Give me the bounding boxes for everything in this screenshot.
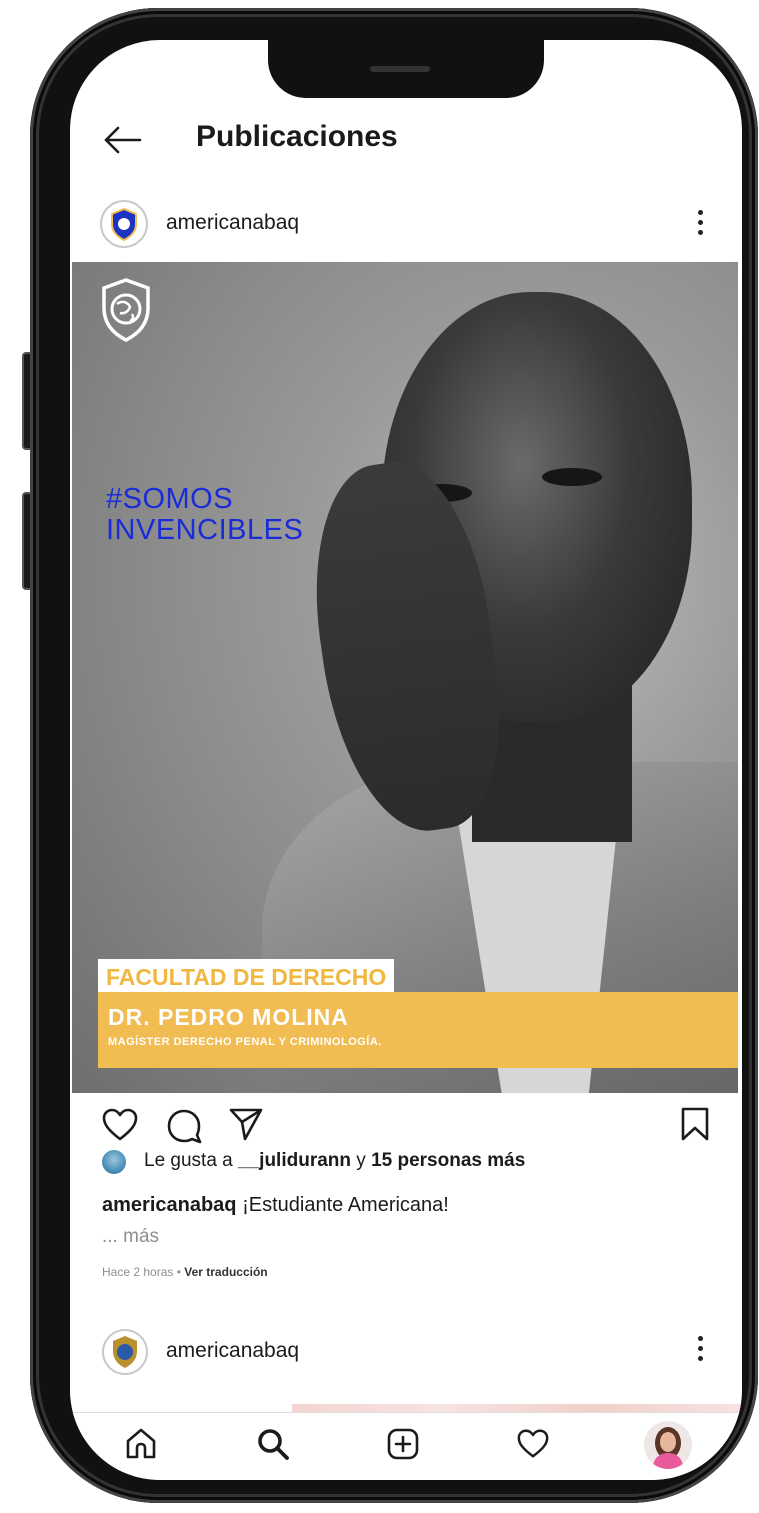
photo-eye-right bbox=[542, 468, 602, 486]
next-post-avatar[interactable] bbox=[102, 1329, 148, 1375]
hashtag-text: #SOMOS INVENCIBLES bbox=[106, 484, 303, 546]
speaker bbox=[370, 66, 430, 72]
profile-avatar[interactable] bbox=[644, 1421, 692, 1469]
hashtag-line1: #SOMOS bbox=[106, 483, 234, 515]
next-post-username[interactable]: americanabaq bbox=[166, 1339, 299, 1363]
app-screen: Publicaciones americanabaq #SOMOS INVENC… bbox=[70, 40, 742, 1480]
shield-logo-icon bbox=[113, 1336, 137, 1368]
university-shield-icon bbox=[102, 278, 150, 342]
shield-logo-icon bbox=[111, 207, 137, 242]
post-image[interactable]: #SOMOS INVENCIBLES FACULTAD DE DERECHO D… bbox=[72, 262, 738, 1093]
more-options-icon[interactable] bbox=[696, 210, 704, 240]
likes-middle: y bbox=[351, 1150, 372, 1171]
caption-user[interactable]: americanabaq bbox=[102, 1194, 237, 1216]
likes-user[interactable]: __julidurann bbox=[238, 1150, 351, 1171]
hashtag-line2: INVENCIBLES bbox=[106, 514, 304, 546]
liker-avatar bbox=[102, 1150, 126, 1174]
meta-separator: • bbox=[173, 1265, 185, 1279]
comment-icon[interactable] bbox=[166, 1108, 202, 1144]
post-username[interactable]: americanabaq bbox=[166, 211, 299, 235]
bookmark-icon[interactable] bbox=[680, 1106, 710, 1142]
profile-photo-icon bbox=[652, 1427, 684, 1469]
post-meta: Hace 2 horas • Ver traducción bbox=[102, 1265, 268, 1279]
translate-link[interactable]: Ver traducción bbox=[184, 1265, 267, 1279]
heart-icon[interactable] bbox=[102, 1108, 138, 1142]
likes-others[interactable]: 15 personas más bbox=[371, 1150, 525, 1171]
next-post-image-edge bbox=[292, 1404, 742, 1412]
post-avatar[interactable] bbox=[100, 200, 148, 248]
search-icon[interactable] bbox=[256, 1427, 290, 1461]
person-name: DR. PEDRO MOLINA bbox=[108, 1004, 349, 1030]
next-more-options-icon[interactable] bbox=[696, 1336, 704, 1366]
post-time: Hace 2 horas bbox=[102, 1265, 174, 1279]
caption-text: ¡Estudiante Americana! bbox=[236, 1194, 449, 1216]
page-title: Publicaciones bbox=[196, 120, 398, 153]
share-icon[interactable] bbox=[228, 1106, 264, 1142]
home-icon[interactable] bbox=[124, 1427, 158, 1461]
person-title: MAGÍSTER DERECHO PENAL Y CRIMINOLOGÍA. bbox=[108, 1036, 382, 1048]
bottom-nav bbox=[70, 1412, 742, 1480]
name-banner: DR. PEDRO MOLINA MAGÍSTER DERECHO PENAL … bbox=[98, 992, 738, 1068]
likes-prefix: Le gusta a bbox=[144, 1150, 239, 1171]
add-post-icon[interactable] bbox=[386, 1427, 420, 1461]
likes-text: Le gusta a __julidurann y 15 personas má… bbox=[144, 1150, 525, 1172]
faculty-label: FACULTAD DE DERECHO bbox=[98, 959, 395, 993]
activity-heart-icon[interactable] bbox=[516, 1427, 550, 1461]
back-arrow-icon[interactable] bbox=[102, 125, 142, 155]
more-link[interactable]: ... más bbox=[102, 1226, 159, 1248]
post-caption: americanabaq ¡Estudiante Americana! bbox=[102, 1194, 449, 1217]
